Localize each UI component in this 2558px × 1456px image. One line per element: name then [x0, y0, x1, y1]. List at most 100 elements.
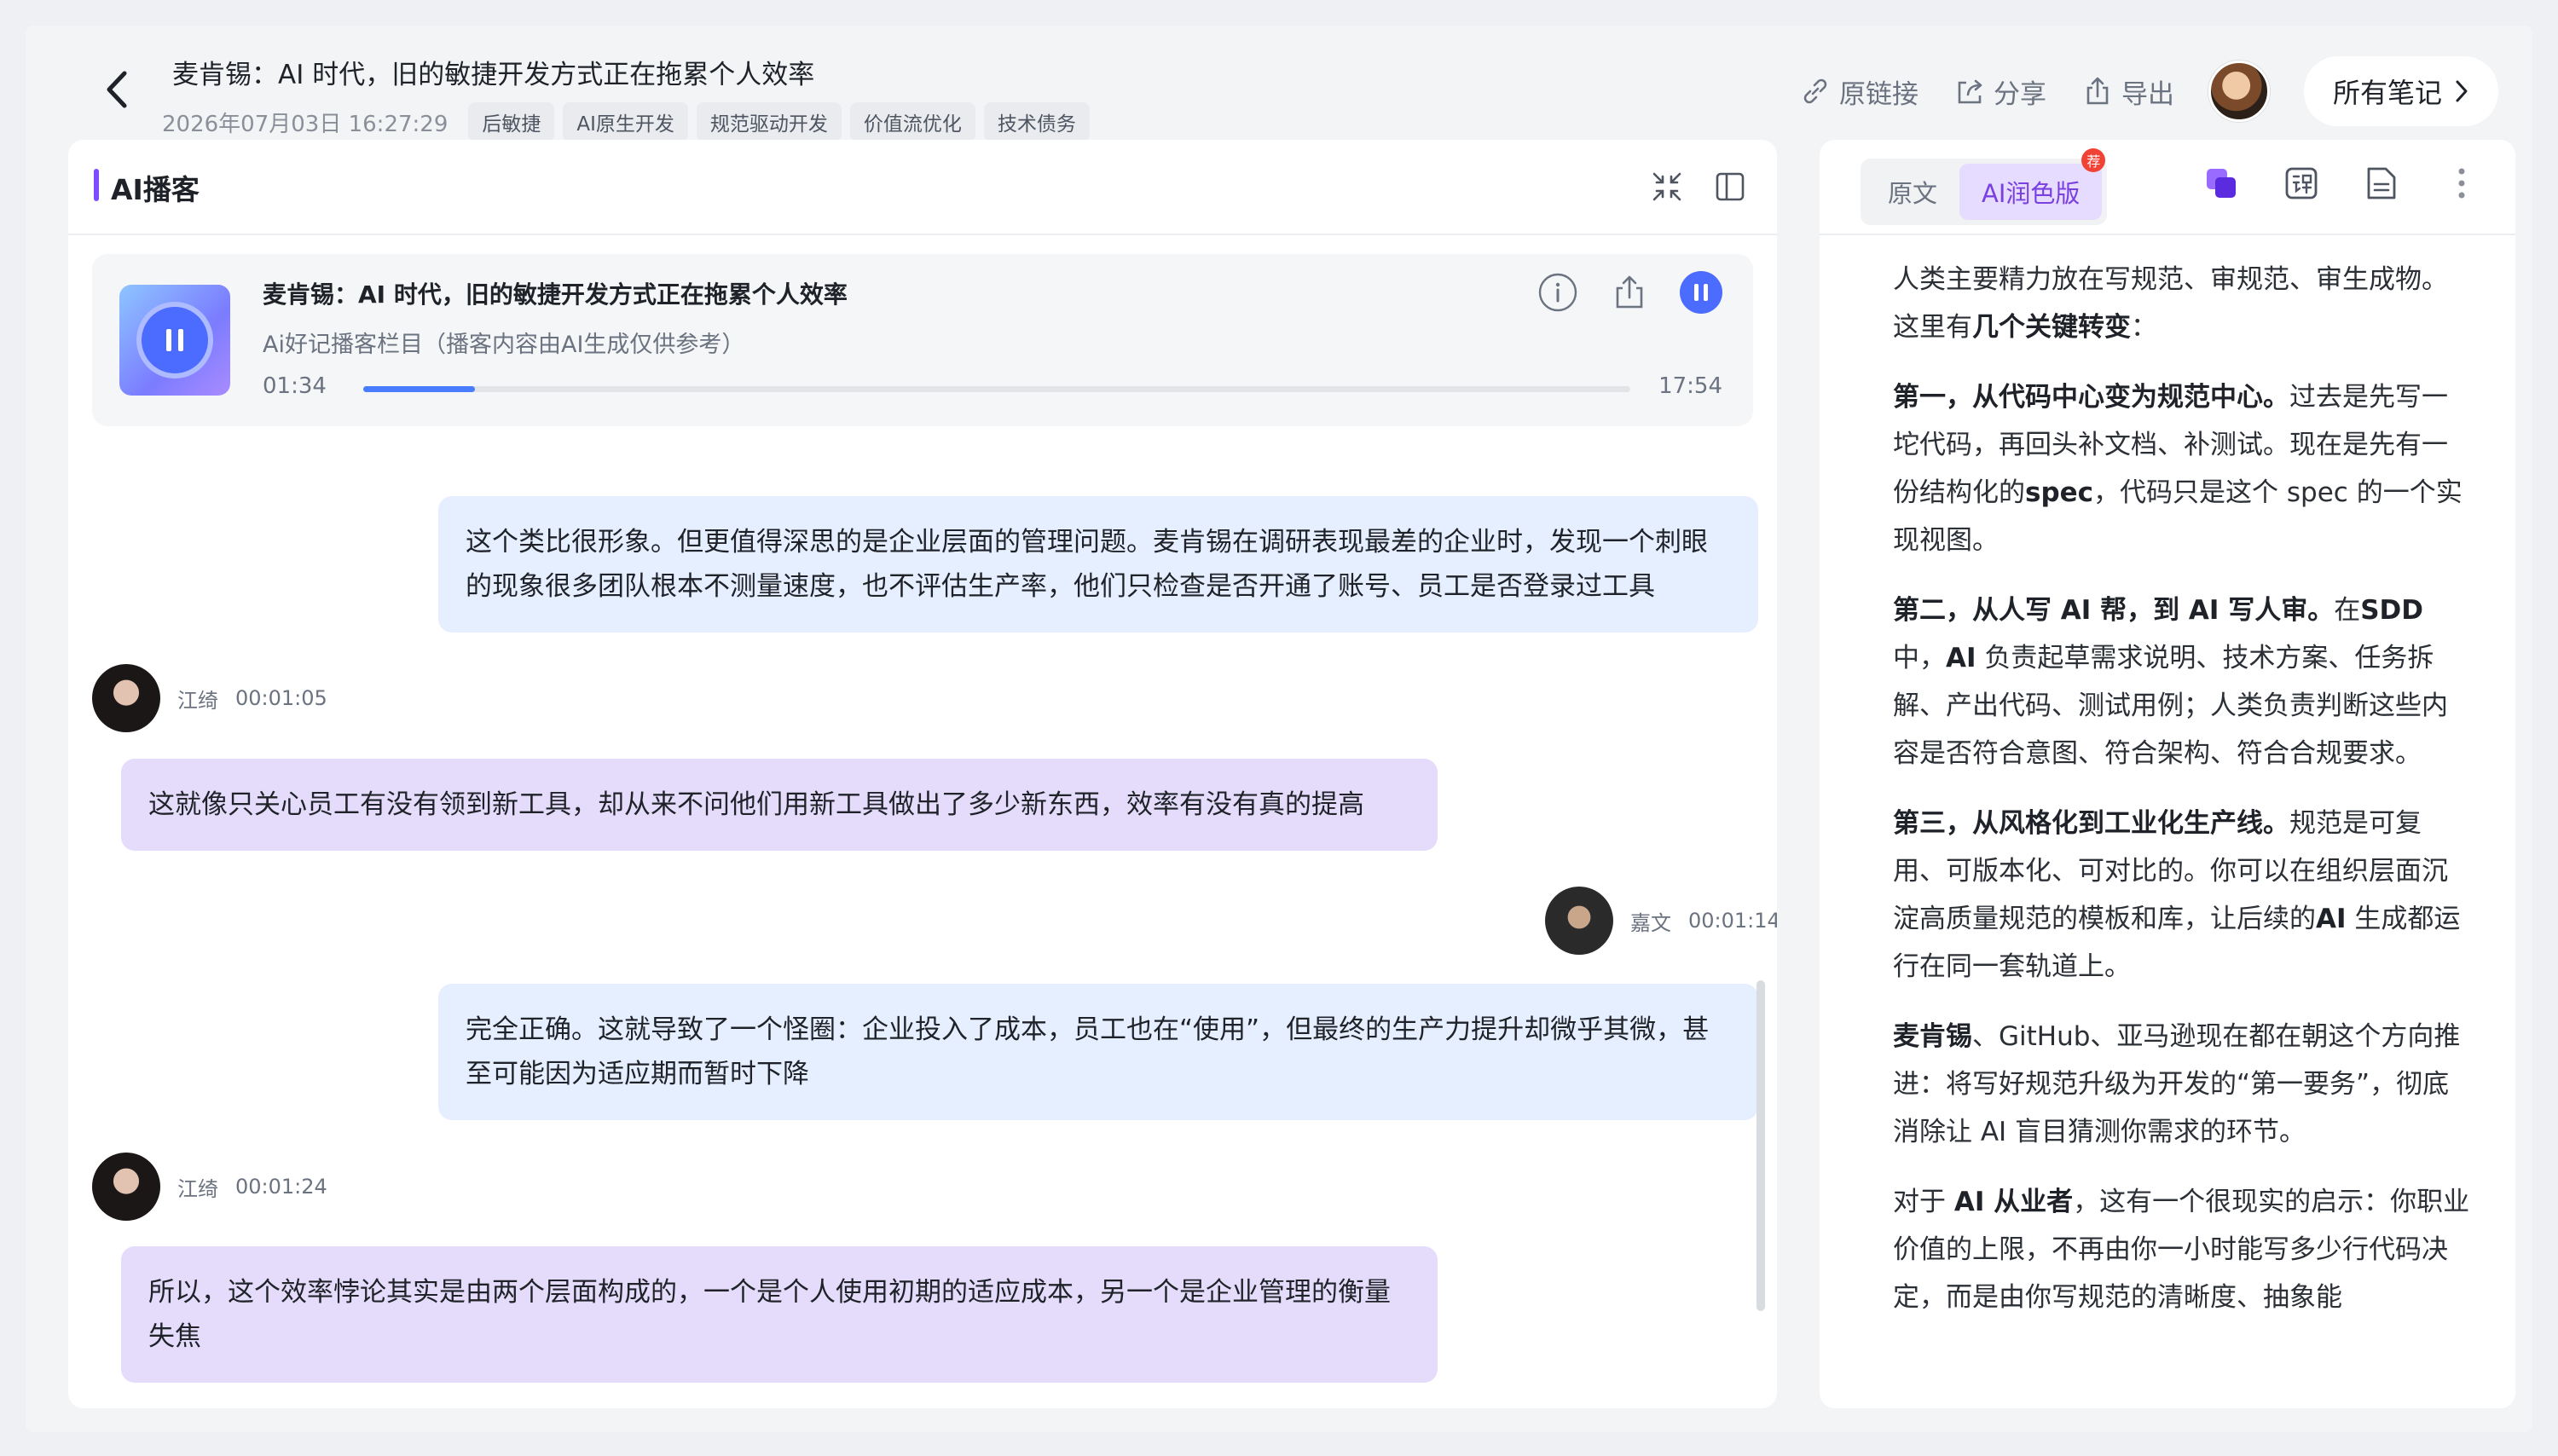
- chevron-right-icon: [2456, 80, 2468, 102]
- notes-tools: [2202, 164, 2481, 203]
- progress-fill: [363, 386, 475, 392]
- notes-panel-header: 原文 AI润色版 荐: [1820, 140, 2515, 235]
- text-run: 在: [2334, 595, 2361, 626]
- polished-content: 人类主要精力放在写规范、审规范、审生成物。这里有几个关键转变： 第一，从代码中心变…: [1893, 256, 2473, 1343]
- progress-bar[interactable]: [363, 386, 1630, 392]
- text-run: 、GitHub、亚马逊现在都在朝这个方向推进：将写好规范升级为开发的“第一要务”…: [1893, 1021, 2461, 1147]
- player-actions: [1537, 271, 1722, 314]
- tag[interactable]: 价值流优化: [849, 102, 975, 142]
- more-vertical-icon: [2458, 168, 2465, 199]
- upload-share-icon: [1616, 275, 1643, 309]
- transcript-bubble: 这个类比很形象。但更值得深思的是企业层面的管理问题。麦肯锡在调研表现最差的企业时…: [438, 496, 1758, 633]
- all-notes-label: 所有笔记: [2332, 77, 2442, 109]
- bold-text: 第一，从代码中心变为规范中心。: [1893, 382, 2289, 413]
- version-toggle: 原文 AI润色版 荐: [1861, 148, 2108, 225]
- pause-icon: [1694, 284, 1708, 301]
- share-button[interactable]: 分享: [1953, 72, 2046, 111]
- podcast-cover[interactable]: [119, 285, 230, 396]
- podcast-panel-header: AI播客: [68, 140, 1777, 235]
- collapse-icon: [1652, 172, 1681, 201]
- document-icon: [2367, 167, 2396, 199]
- tag[interactable]: 后敏捷: [468, 102, 555, 142]
- bold-text: SDD: [2360, 595, 2424, 626]
- panel-tools: [1646, 165, 1751, 208]
- document-button[interactable]: [2362, 164, 2401, 203]
- bold-text: 麦肯锡: [1893, 1021, 1972, 1052]
- text-run: 负责起草需求说明、技术方案、任务拆解、产出代码、测试用例；人类负责判断这些内容是…: [1893, 643, 2448, 769]
- bold-text: 第三，从风格化到工业化生产线。: [1893, 808, 2289, 839]
- current-time: 01:34: [263, 373, 327, 399]
- app-window: 麦肯锡：AI 时代，旧的敏捷开发方式正在拖累个人效率 2026年07月03日 1…: [26, 26, 2532, 1432]
- split-view-button[interactable]: [1709, 165, 1751, 208]
- user-avatar[interactable]: [2208, 61, 2270, 122]
- share-icon: [1958, 79, 1982, 104]
- note-date: 2026年07月03日 16:27:29: [162, 111, 449, 137]
- tag[interactable]: AI原生开发: [563, 102, 688, 142]
- speaker-name: 嘉文: [1630, 910, 1671, 935]
- bold-text: 第二，从人写 AI 帮，到 AI 写人审。: [1893, 595, 2335, 626]
- export-label: 导出: [2121, 78, 2174, 110]
- export-icon: [2086, 77, 2109, 105]
- transcript-bubble: 所以，这个效率悖论其实是由两个层面构成的，一个是个人使用初期的适应成本，另一个是…: [121, 1246, 1438, 1383]
- total-time: 17:54: [1658, 373, 1722, 399]
- content-paragraph: 第二，从人写 AI 帮，到 AI 写人审。在SDD 中，AI 负责起草需求说明、技…: [1893, 586, 2473, 777]
- tab-ai-polished[interactable]: AI润色版 荐: [1959, 148, 2106, 220]
- bold-text: AI 从业者: [1953, 1187, 2074, 1217]
- tab-ai-polished-label: AI润色版: [1982, 179, 2081, 208]
- transcript-bubble: 完全正确。这就导致了一个怪圈：企业投入了成本，员工也在“使用”，但最终的生产力提…: [438, 984, 1758, 1120]
- content-paragraph: 人类主要精力放在写规范、审规范、审生成物。这里有几个关键转变：: [1893, 256, 2473, 351]
- notes-panel: 原文 AI润色版 荐 人类主要精力放在写规范、审规范、审生成物。这里有几个关键转…: [1820, 140, 2515, 1408]
- bold-text: AI: [1946, 643, 1976, 673]
- text-run: ：: [2131, 312, 2157, 343]
- content-paragraph: 麦肯锡、GitHub、亚马逊现在都在朝这个方向推进：将写好规范升级为开发的“第一…: [1893, 1013, 2473, 1156]
- speaker-row: 江绮 00:01:24: [92, 1153, 327, 1221]
- transcript-bubble: 这就像只关心员工有没有领到新工具，却从来不问他们用新工具做出了多少新东西，效率有…: [121, 759, 1438, 851]
- split-view-icon: [1716, 172, 1745, 201]
- player-subtitle: Ai好记播客栏目（播客内容由AI生成仅供参考）: [263, 332, 745, 358]
- text-run: 对于: [1893, 1187, 1954, 1217]
- tag[interactable]: 技术债务: [983, 102, 1090, 142]
- content-paragraph: 对于 AI 从业者，这有一个很现实的启示：你职业价值的上限，不再由你一小时能写多…: [1893, 1178, 2473, 1321]
- collapse-button[interactable]: [1646, 165, 1688, 208]
- speaker-time: 00:01:14: [1688, 909, 1777, 933]
- podcast-panel: AI播客 麦肯锡：AI 时代，旧的敏捷开发方式正在拖累个人效率 Ai好记播客栏目…: [68, 140, 1777, 1408]
- speaker-avatar: [92, 664, 160, 732]
- tab-original[interactable]: 原文: [1866, 164, 1959, 220]
- bold-text: AI: [2316, 904, 2347, 934]
- page-title: 麦肯锡：AI 时代，旧的敏捷开发方式正在拖累个人效率: [172, 60, 815, 90]
- pause-icon: [136, 302, 213, 378]
- text-run: 中，: [1893, 643, 1946, 673]
- speaker-name: 江绮: [177, 1176, 218, 1201]
- share-label: 分享: [1993, 78, 2046, 110]
- content-paragraph: 第一，从代码中心变为规范中心。过去是先写一坨代码，再回头补文档、补测试。现在是先…: [1893, 373, 2473, 564]
- speaker-row: 嘉文 00:01:14: [1545, 887, 1777, 955]
- bold-text: 几个关键转变: [1972, 312, 2131, 343]
- copy-button[interactable]: [2202, 164, 2241, 203]
- link-icon: [1803, 78, 1827, 104]
- speaker-avatar: [1545, 887, 1613, 955]
- speaker-name: 江绮: [177, 688, 218, 713]
- back-button[interactable]: [87, 51, 147, 128]
- speaker-avatar: [92, 1153, 160, 1221]
- chevron-left-icon: [107, 71, 127, 108]
- content-paragraph: 第三，从风格化到工业化生产线。规范是可复用、可版本化、可对比的。你可以在组织层面…: [1893, 800, 2473, 991]
- export-button[interactable]: 导出: [2081, 72, 2174, 111]
- original-link-button[interactable]: 原链接: [1798, 72, 1918, 111]
- podcast-panel-title: AI播客: [111, 173, 200, 206]
- recommend-badge: 荐: [2081, 148, 2106, 172]
- accent-bar: [94, 169, 99, 201]
- bold-text: spec: [2025, 477, 2094, 508]
- tag[interactable]: 规范驱动开发: [696, 102, 842, 142]
- info-button[interactable]: [1537, 271, 1579, 314]
- more-button[interactable]: [2442, 164, 2481, 203]
- translate-icon: [2285, 167, 2318, 199]
- transcript-scrollbar[interactable]: [1756, 980, 1765, 1311]
- pause-button[interactable]: [1680, 271, 1722, 314]
- translate-button[interactable]: [2282, 164, 2321, 203]
- copy-icon: [2207, 169, 2236, 198]
- share-podcast-button[interactable]: [1608, 271, 1651, 314]
- podcast-player: 麦肯锡：AI 时代，旧的敏捷开发方式正在拖累个人效率 Ai好记播客栏目（播客内容…: [92, 254, 1753, 426]
- speaker-row: 江绮 00:01:05: [92, 664, 327, 732]
- player-title: 麦肯锡：AI 时代，旧的敏捷开发方式正在拖累个人效率: [263, 280, 848, 309]
- all-notes-button[interactable]: 所有笔记: [2303, 56, 2498, 126]
